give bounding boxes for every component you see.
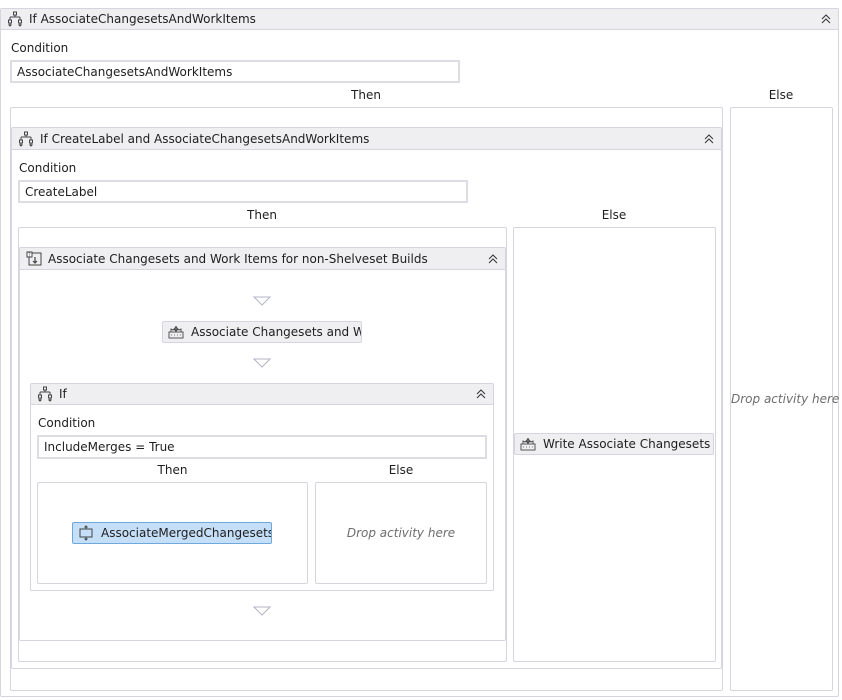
associate-changesets-activity[interactable]: Associate Changesets and Work Items (162, 321, 362, 343)
nested-if-header[interactable]: If (31, 384, 493, 405)
outer-else-label: Else (768, 88, 794, 102)
nested-condition-input[interactable]: IncludeMerges = True (37, 435, 487, 459)
outer-condition-label: Condition (11, 41, 69, 55)
write-associate-changesets-activity[interactable]: Write Associate Changesets (514, 433, 714, 455)
nested-if-title: If (59, 387, 67, 401)
activity-icon (520, 436, 536, 452)
inner-condition-label: Condition (19, 161, 77, 175)
outer-else-placeholder: Drop activity here (731, 392, 840, 406)
outer-else-dropzone[interactable]: Drop activity here (730, 107, 840, 691)
outer-if-header[interactable]: If AssociateChangesetsAndWorkItems (1, 9, 838, 30)
nested-else-dropzone[interactable]: Drop activity here (315, 482, 487, 584)
inner-else-label: Else (601, 208, 627, 222)
outer-if-title: If AssociateChangesetsAndWorkItems (29, 12, 256, 26)
drop-arrow-icon[interactable] (253, 358, 271, 368)
associate-merged-changesets-label: AssociateMergedChangesets (101, 526, 272, 540)
if-activity-icon (7, 11, 23, 27)
drop-arrow-icon[interactable] (253, 296, 271, 306)
nested-condition-label: Condition (38, 416, 96, 430)
associate-changesets-label: Associate Changesets and Work Items (191, 325, 361, 339)
nested-then-label: Then (157, 463, 188, 477)
inner-if-title: If CreateLabel and AssociateChangesetsAn… (40, 131, 370, 146)
if-activity-icon (18, 131, 34, 147)
inner-condition-input[interactable]: CreateLabel (18, 180, 468, 203)
sequence-header[interactable]: Associate Changesets and Work Items for … (20, 248, 505, 270)
activity-icon (168, 324, 184, 340)
sequence-icon (26, 251, 42, 267)
collapse-icon[interactable] (703, 133, 715, 145)
outer-condition-input[interactable]: AssociateChangesetsAndWorkItems (10, 60, 460, 83)
collapse-icon[interactable] (487, 253, 499, 265)
sequence-title: Associate Changesets and Work Items for … (48, 251, 428, 266)
associate-merged-changesets-activity[interactable]: AssociateMergedChangesets (72, 522, 272, 544)
nested-else-placeholder: Drop activity here (346, 526, 456, 540)
collapse-icon[interactable] (820, 13, 832, 25)
collapse-icon[interactable] (475, 388, 487, 400)
drop-arrow-icon[interactable] (253, 606, 271, 616)
inner-then-label: Then (247, 208, 277, 222)
if-activity-icon (37, 386, 53, 402)
inner-if-header[interactable]: If CreateLabel and AssociateChangesetsAn… (12, 128, 721, 150)
nested-else-label: Else (388, 463, 414, 477)
outer-then-label: Then (351, 88, 381, 102)
invoke-method-icon (78, 525, 94, 541)
write-associate-changesets-label: Write Associate Changesets (543, 437, 711, 451)
